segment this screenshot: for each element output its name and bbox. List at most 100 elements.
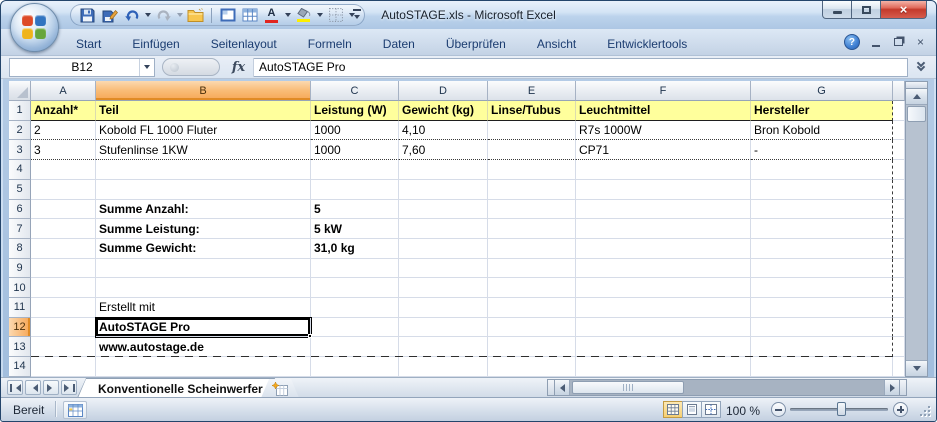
save-icon[interactable]	[77, 5, 98, 25]
cell-G6[interactable]	[751, 200, 893, 220]
cell-G7[interactable]	[751, 219, 893, 239]
cell-F7[interactable]	[576, 219, 751, 239]
row-header-9[interactable]: 9	[9, 259, 31, 279]
cell-A12[interactable]	[31, 318, 96, 338]
row-header-2[interactable]: 2	[9, 121, 31, 141]
cell-C5[interactable]	[311, 180, 399, 200]
cell-E3[interactable]	[488, 140, 576, 160]
cell-D5[interactable]	[399, 180, 488, 200]
cell-D6[interactable]	[399, 200, 488, 220]
cell-C13[interactable]	[311, 337, 399, 357]
cell-G5[interactable]	[751, 180, 893, 200]
cell-E7[interactable]	[488, 219, 576, 239]
name-box-dropdown-icon[interactable]	[139, 59, 154, 76]
vertical-scroll-thumb[interactable]	[907, 106, 926, 122]
name-box[interactable]: B12	[9, 58, 155, 77]
cell-E8[interactable]	[488, 239, 576, 259]
row-header-8[interactable]: 8	[9, 239, 31, 259]
cell-F9[interactable]	[576, 259, 751, 279]
formula-input[interactable]: AutoSTAGE Pro	[254, 58, 908, 77]
cell-D13[interactable]	[399, 337, 488, 357]
cell-B7[interactable]: Summe Leistung:	[96, 219, 311, 239]
row-header-4[interactable]: 4	[9, 160, 31, 180]
cell-G1[interactable]: Hersteller	[751, 101, 893, 121]
row-header-3[interactable]: 3	[9, 140, 31, 160]
column-header-c[interactable]: C	[311, 81, 399, 101]
cell-B5[interactable]	[96, 180, 311, 200]
cell-F11[interactable]	[576, 298, 751, 318]
row-header-12[interactable]: 12	[9, 318, 31, 338]
cell-F5[interactable]	[576, 180, 751, 200]
vertical-split-handle[interactable]	[906, 82, 927, 89]
ribbon-tab-formeln[interactable]: Formeln	[295, 34, 365, 54]
cell-D10[interactable]	[399, 278, 488, 298]
cell-G13[interactable]	[751, 337, 893, 357]
resize-grip[interactable]	[917, 403, 931, 417]
cell-A9[interactable]	[31, 259, 96, 279]
sheet-tab-konventionelle-scheinwerfer[interactable]: Konventionelle Scheinwerfer	[77, 378, 284, 398]
ribbon-tab-ansicht[interactable]: Ansicht	[524, 34, 589, 54]
freeze-panes-icon[interactable]	[217, 5, 238, 25]
row-header-6[interactable]: 6	[9, 200, 31, 220]
cell-C2[interactable]: 1000	[311, 121, 399, 141]
cell-G9[interactable]	[751, 259, 893, 279]
cell-A5[interactable]	[31, 180, 96, 200]
select-all-button[interactable]	[9, 81, 31, 101]
cell-D14[interactable]	[399, 357, 488, 377]
scroll-left-button[interactable]	[555, 380, 570, 395]
cell-B11[interactable]: Erstellt mit	[96, 298, 311, 318]
cell-F4[interactable]	[576, 160, 751, 180]
cell-E11[interactable]	[488, 298, 576, 318]
cell-B1[interactable]: Teil	[96, 101, 311, 121]
office-button[interactable]	[10, 3, 59, 52]
cell-E2[interactable]	[488, 121, 576, 141]
zoom-in-button[interactable]	[893, 402, 908, 417]
row-header-7[interactable]: 7	[9, 219, 31, 239]
vertical-scrollbar[interactable]	[905, 81, 928, 377]
last-sheet-button[interactable]	[61, 380, 77, 395]
cell-E4[interactable]	[488, 160, 576, 180]
cell-A4[interactable]	[31, 160, 96, 180]
cell-D11[interactable]	[399, 298, 488, 318]
cell-D2[interactable]: 4,10	[399, 121, 488, 141]
cell-E14[interactable]	[488, 357, 576, 377]
cell-F3[interactable]: CP71	[576, 140, 751, 160]
cell-B4[interactable]	[96, 160, 311, 180]
open-folder-icon[interactable]	[185, 5, 206, 25]
previous-sheet-button[interactable]	[25, 380, 41, 395]
column-header-d[interactable]: D	[399, 81, 488, 101]
maximize-button[interactable]	[852, 1, 881, 19]
cell-B8[interactable]: Summe Gewicht:	[96, 239, 311, 259]
cell-D7[interactable]	[399, 219, 488, 239]
help-icon[interactable]: ?	[844, 34, 860, 50]
cell-C12[interactable]	[311, 318, 399, 338]
cell-E5[interactable]	[488, 180, 576, 200]
workbook-close-button[interactable]: ×	[917, 35, 924, 49]
cell-C4[interactable]	[311, 160, 399, 180]
next-sheet-button[interactable]	[43, 380, 59, 395]
ribbon-tab--berpr-fen[interactable]: Überprüfen	[433, 34, 519, 54]
cell-B2[interactable]: Kobold FL 1000 Fluter	[96, 121, 311, 141]
cell-E10[interactable]	[488, 278, 576, 298]
cell-G14[interactable]	[751, 357, 893, 377]
cell-F10[interactable]	[576, 278, 751, 298]
ribbon-tab-daten[interactable]: Daten	[370, 34, 428, 54]
page-layout-view-button[interactable]	[682, 401, 702, 418]
cell-G2[interactable]: Bron Kobold	[751, 121, 893, 141]
first-sheet-button[interactable]	[7, 380, 23, 395]
cell-D1[interactable]: Gewicht (kg)	[399, 101, 488, 121]
cell-C1[interactable]: Leistung (W)	[311, 101, 399, 121]
scroll-up-button[interactable]	[906, 89, 927, 105]
cell-D3[interactable]: 7,60	[399, 140, 488, 160]
cell-C14[interactable]	[311, 357, 399, 377]
ribbon-tab-seitenlayout[interactable]: Seitenlayout	[198, 34, 290, 54]
row-header-10[interactable]: 10	[9, 278, 31, 298]
cell-B3[interactable]: Stufenlinse 1KW	[96, 140, 311, 160]
workbook-minimize-button[interactable]	[872, 35, 880, 49]
cell-G4[interactable]	[751, 160, 893, 180]
horizontal-split-handle[interactable]	[548, 380, 555, 395]
cell-A10[interactable]	[31, 278, 96, 298]
undo-dropdown-icon[interactable]	[143, 5, 152, 25]
cell-B10[interactable]	[96, 278, 311, 298]
fill-color-dropdown-icon[interactable]	[315, 5, 324, 25]
